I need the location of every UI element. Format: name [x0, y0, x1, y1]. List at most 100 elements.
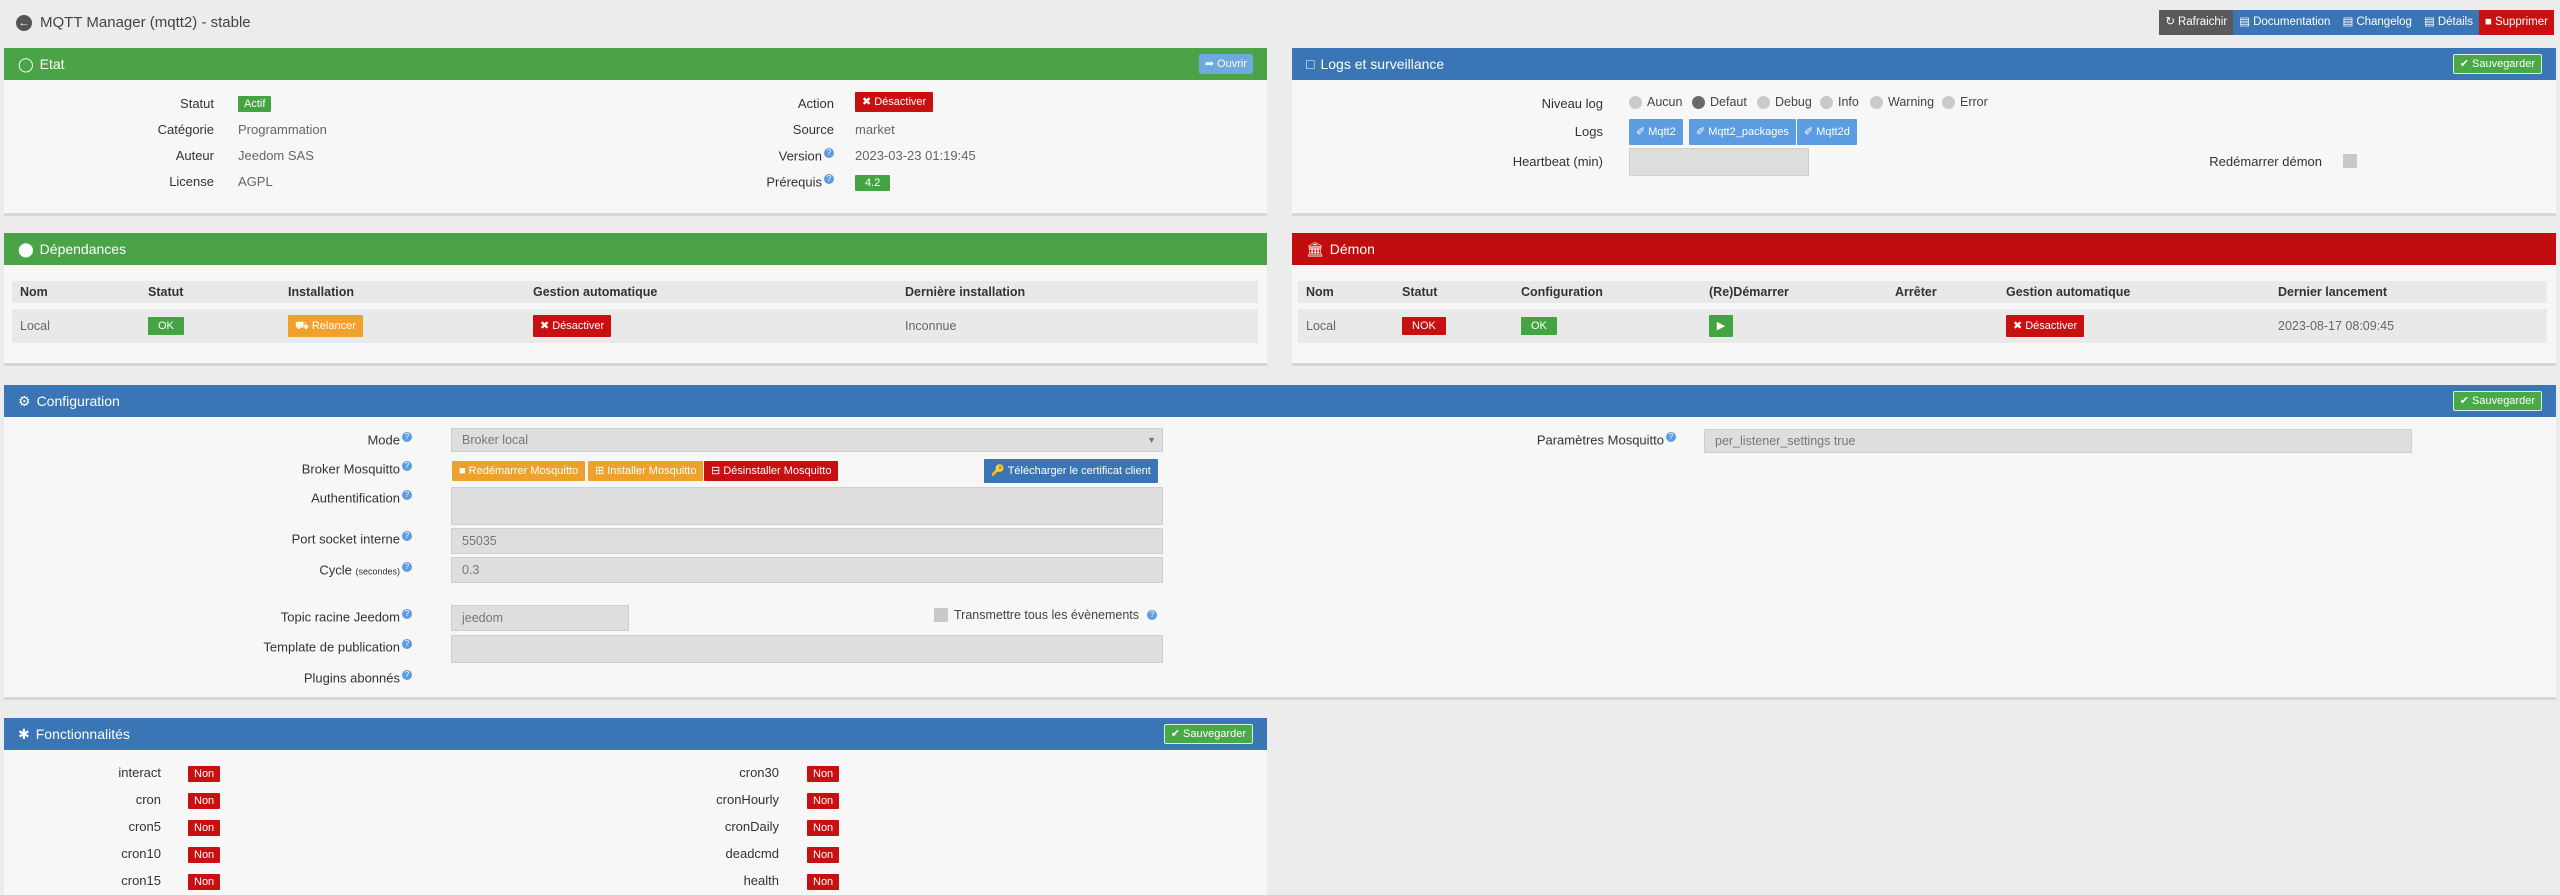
- relancer-button[interactable]: ⛟ Relancer: [288, 315, 363, 337]
- radio-checked-icon: [1692, 95, 1705, 109]
- details-button[interactable]: ▤ Détails: [2417, 10, 2479, 35]
- log-mqtt2-packages-button[interactable]: ✐ Mqtt2_packages: [1689, 119, 1796, 145]
- download-cert-button[interactable]: 🔑 Télécharger le certificat client: [984, 459, 1158, 483]
- restart-mosquitto-button[interactable]: ■ Redémarrer Mosquitto: [452, 461, 586, 481]
- log-level-error[interactable]: Error: [1942, 95, 1988, 109]
- demon-start-button[interactable]: ▶: [1709, 315, 1733, 337]
- restart-daemon-checkbox[interactable]: [2343, 154, 2357, 168]
- mode-select[interactable]: Broker local ▼: [451, 428, 1163, 452]
- log-mqtt2d-button[interactable]: ✐ Mqtt2d: [1797, 119, 1857, 145]
- categorie-label: Catégorie: [157, 122, 214, 137]
- demon-status-badge: NOK: [1402, 317, 1446, 335]
- config-save-button[interactable]: ✔ Sauvegarder: [2452, 391, 2542, 411]
- circle-icon: ⬤: [18, 240, 34, 257]
- demon-table-header: Nom Statut Configuration (Re)Démarrer Ar…: [1298, 281, 2547, 303]
- demon-panel: 🏛 Démon Nom Statut Configuration (Re)Déma…: [1292, 233, 2556, 366]
- template-input[interactable]: [451, 635, 1163, 663]
- list-icon: ▤: [2423, 16, 2435, 28]
- install-mosquitto-button[interactable]: ⊞ Installer Mosquitto: [588, 461, 704, 481]
- fonct-save-button[interactable]: ✔ Sauvegarder: [1163, 724, 1253, 744]
- help-icon[interactable]: ?: [1666, 432, 1676, 442]
- help-icon[interactable]: ?: [402, 461, 412, 471]
- deactivate-plugin-label: Désactiver: [874, 96, 927, 108]
- log-level-defaut[interactable]: Defaut: [1692, 95, 1747, 109]
- feature-cron15-label: cron15: [121, 873, 161, 888]
- deactivate-plugin-button[interactable]: ✖ Désactiver: [855, 92, 934, 112]
- feature-deadcmd-badge: Non: [807, 847, 840, 863]
- source-label: Source: [792, 122, 834, 137]
- minus-square-icon: ⊟: [711, 465, 721, 477]
- help-icon[interactable]: ?: [402, 562, 412, 572]
- install-mosquitto-label: Installer Mosquitto: [607, 465, 697, 477]
- caret-down-icon: ▼: [1147, 435, 1156, 445]
- log-level-label: Niveau log: [1541, 96, 1603, 111]
- port-input[interactable]: 55035: [451, 528, 1163, 554]
- logs-save-label: Sauvegarder: [2472, 58, 2535, 70]
- version-label-text: Version: [778, 148, 822, 164]
- log-level-info-label: Info: [1838, 95, 1859, 109]
- transmit-checkbox[interactable]: [934, 608, 948, 622]
- refresh-label: Rafraichir: [2177, 16, 2228, 28]
- demon-config-badge: OK: [1521, 317, 1557, 335]
- source-value: market: [855, 122, 895, 137]
- cycle-input[interactable]: 0.3: [451, 557, 1163, 583]
- logs-save-button[interactable]: ✔ Sauvegarder: [2452, 54, 2542, 74]
- bank-icon: 🏛: [1306, 240, 1324, 257]
- demon-col-dernier: Dernier lancement: [2278, 285, 2388, 299]
- transmit-all-events[interactable]: Transmettre tous les évènements?: [934, 608, 1158, 622]
- heartbeat-input[interactable]: [1629, 148, 1809, 176]
- mode-label: Mode?: [4, 432, 412, 447]
- documentation-button[interactable]: ▤ Documentation: [2233, 10, 2337, 35]
- topic-input[interactable]: jeedom: [451, 605, 629, 631]
- feature-health-badge: Non: [807, 874, 840, 890]
- book-icon: ▤: [2239, 16, 2251, 28]
- deps-col-derniere: Dernière installation: [905, 285, 1026, 299]
- log-level-warning[interactable]: Warning: [1870, 95, 1934, 109]
- version-value: 2023-03-23 01:19:45: [855, 148, 976, 163]
- relancer-label: Relancer: [311, 320, 356, 332]
- transmit-label: Transmettre tous les évènements: [954, 608, 1140, 622]
- deps-deactivate-button[interactable]: ✖ Désactiver: [533, 315, 612, 337]
- log-level-debug[interactable]: Debug: [1757, 95, 1812, 109]
- help-icon[interactable]: ?: [402, 670, 412, 680]
- back-arrow-icon[interactable]: ←: [16, 14, 32, 31]
- help-icon[interactable]: ?: [402, 432, 412, 442]
- logs-title: Logs et surveillance: [1320, 56, 1445, 72]
- refresh-button[interactable]: ↻ Rafraichir: [2159, 10, 2234, 35]
- help-icon[interactable]: ?: [402, 490, 412, 500]
- feature-cronhourly-badge: Non: [807, 793, 840, 809]
- cycle-label: Cycle (secondes)?: [4, 562, 412, 577]
- feature-deadcmd-label: deadcmd: [725, 846, 779, 861]
- feature-cron15-badge: Non: [188, 874, 221, 890]
- feature-interact-badge: Non: [188, 766, 221, 782]
- gears-icon: ⚙: [18, 392, 31, 409]
- uninstall-mosquitto-button[interactable]: ⊟ Désinstaller Mosquitto: [704, 461, 839, 481]
- page-header: ← MQTT Manager (mqtt2) - stable: [16, 14, 251, 31]
- help-icon[interactable]: ?: [402, 531, 412, 541]
- log-level-info[interactable]: Info: [1820, 95, 1859, 109]
- mosquitto-params-textarea[interactable]: per_listener_settings true: [1704, 429, 2412, 453]
- help-icon[interactable]: ?: [1147, 610, 1158, 620]
- mosquitto-params-value: per_listener_settings true: [1715, 434, 1856, 448]
- help-icon[interactable]: ?: [402, 609, 412, 619]
- help-icon[interactable]: ?: [824, 148, 834, 158]
- help-icon[interactable]: ?: [402, 639, 412, 649]
- restart-mosquitto-label: Redémarrer Mosquitto: [468, 465, 579, 477]
- deps-name: Local: [20, 319, 50, 333]
- log-level-error-label: Error: [1960, 95, 1988, 109]
- feature-cron-label: cron: [135, 792, 161, 807]
- circle-icon: ◯: [18, 55, 34, 72]
- puzzle-icon: ✱: [18, 725, 30, 742]
- close-icon: ✖: [540, 320, 550, 332]
- demon-deactivate-button[interactable]: ✖ Désactiver: [2006, 315, 2085, 337]
- auth-textarea[interactable]: [451, 487, 1163, 525]
- prerequis-label: Prérequis?: [624, 174, 834, 189]
- help-icon[interactable]: ?: [824, 174, 834, 184]
- log-mqtt2-button[interactable]: ✐ Mqtt2: [1629, 119, 1683, 145]
- log-level-aucun[interactable]: Aucun: [1629, 95, 1682, 109]
- changelog-button[interactable]: ▤ Changelog: [2336, 10, 2418, 35]
- open-button[interactable]: ➦ Ouvrir: [1198, 54, 1253, 74]
- demon-last-launch: 2023-08-17 08:09:45: [2278, 319, 2395, 333]
- log-mqtt2-packages-label: Mqtt2_packages: [1708, 126, 1789, 138]
- delete-button[interactable]: ■ Supprimer: [2478, 10, 2554, 35]
